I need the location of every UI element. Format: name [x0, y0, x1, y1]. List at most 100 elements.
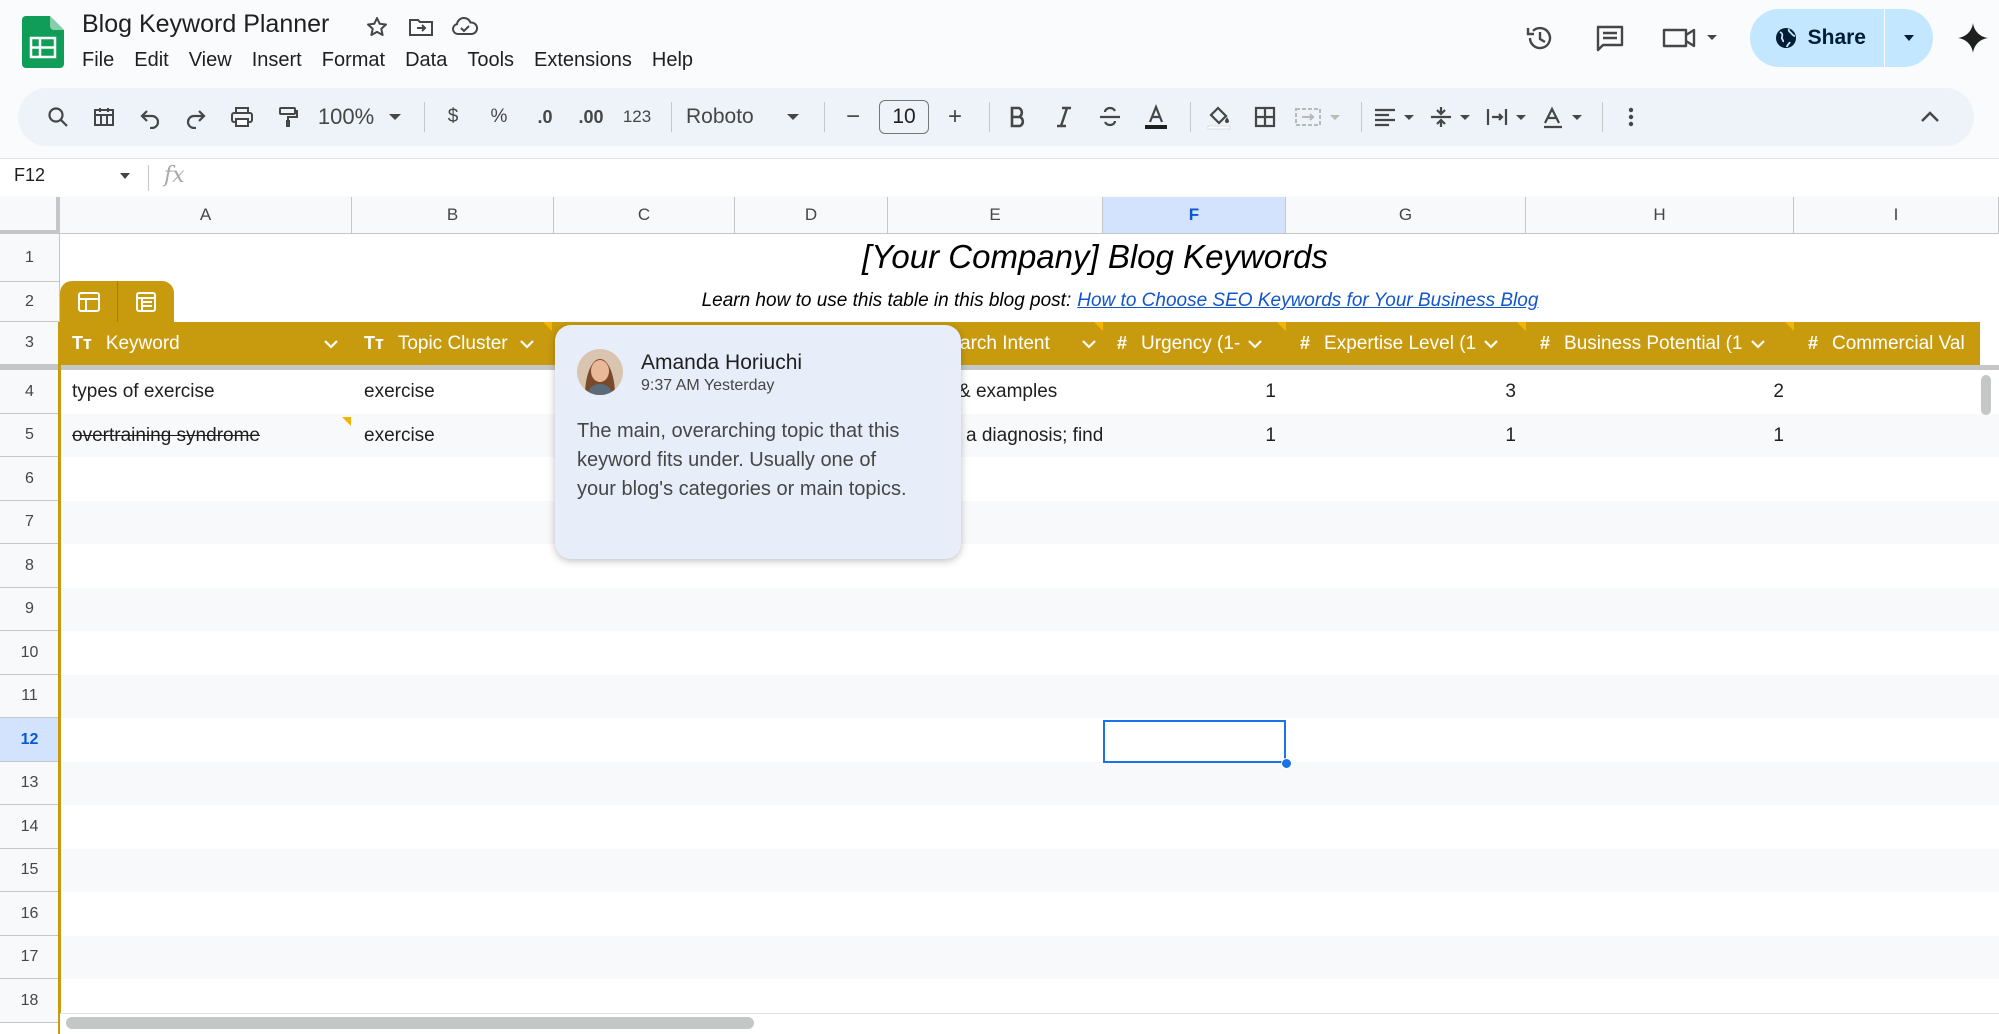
row-header-7[interactable]: 7 [0, 501, 60, 544]
column-header-c[interactable]: C [554, 197, 735, 234]
move-folder-icon[interactable] [406, 12, 436, 42]
column-header-b[interactable]: B [352, 197, 554, 234]
document-title[interactable]: Blog Keyword Planner [82, 10, 329, 39]
cloud-saved-icon[interactable] [450, 12, 480, 42]
sheet-subtitle-cell[interactable]: Learn how to use this table in this blog… [60, 282, 1980, 320]
row-header-12[interactable]: 12 [0, 718, 60, 762]
menu-insert[interactable]: Insert [242, 47, 312, 73]
header-commercial-value[interactable]: # Commercial Val [1808, 322, 1980, 365]
cell-urgency[interactable]: 1 [1103, 370, 1276, 414]
undo-icon[interactable] [130, 97, 170, 137]
cell-topic-cluster[interactable]: exercise [364, 414, 544, 457]
select-all-corner[interactable] [0, 197, 60, 234]
text-wrapping-icon[interactable] [1482, 97, 1532, 137]
row-header-18[interactable]: 18 [0, 979, 60, 1023]
row-header-16[interactable]: 16 [0, 892, 60, 936]
meet-icon[interactable] [1656, 14, 1728, 62]
row-header-3[interactable]: 3 [0, 322, 60, 365]
cell-search-intent[interactable]: a diagnosis; find [966, 414, 1102, 457]
chevron-down-icon[interactable] [116, 167, 134, 185]
column-header-h[interactable]: H [1526, 197, 1794, 234]
paint-format-icon[interactable] [268, 97, 308, 137]
zoom-select[interactable]: 100% [314, 97, 410, 137]
blog-post-link[interactable]: How to Choose SEO Keywords for Your Busi… [1077, 290, 1538, 312]
more-options-icon[interactable] [1611, 97, 1651, 137]
version-history-icon[interactable] [1516, 14, 1564, 62]
currency-format-button[interactable]: $ [433, 97, 473, 137]
decrease-font-size-button[interactable]: − [833, 97, 873, 137]
text-color-icon[interactable] [1136, 97, 1176, 137]
menu-file[interactable]: File [72, 47, 124, 73]
font-size-input[interactable]: 10 [879, 100, 929, 134]
row-header-4[interactable]: 4 [0, 370, 60, 414]
menu-extensions[interactable]: Extensions [524, 47, 642, 73]
column-header-e[interactable]: E [888, 197, 1103, 234]
row-header-11[interactable]: 11 [0, 675, 60, 718]
row-header-8[interactable]: 8 [0, 544, 60, 588]
percent-format-button[interactable]: % [479, 97, 519, 137]
bold-icon[interactable] [998, 97, 1038, 137]
decrease-decimal-button[interactable]: .0 [525, 97, 565, 137]
row-header-15[interactable]: 15 [0, 849, 60, 892]
merge-cells-icon[interactable] [1291, 97, 1347, 137]
row-header-6[interactable]: 6 [0, 457, 60, 501]
cell-business-potential[interactable]: 2 [1526, 370, 1784, 414]
vertical-align-icon[interactable] [1426, 97, 1476, 137]
comment-popup[interactable]: Amanda Horiuchi 9:37 AM Yesterday The ma… [555, 325, 961, 559]
calendar-table-icon[interactable] [84, 97, 124, 137]
menu-format[interactable]: Format [312, 47, 395, 73]
column-header-a[interactable]: A [60, 197, 352, 234]
column-header-f[interactable]: F [1103, 197, 1286, 234]
chevron-down-icon[interactable] [1749, 337, 1767, 351]
menu-view[interactable]: View [179, 47, 242, 73]
comment-indicator[interactable] [1277, 322, 1286, 331]
gemini-sparkle-icon[interactable] [1953, 18, 1993, 58]
cell-topic-cluster[interactable]: exercise [364, 370, 544, 414]
borders-icon[interactable] [1245, 97, 1285, 137]
text-rotation-icon[interactable] [1538, 97, 1588, 137]
comment-indicator[interactable] [1517, 322, 1526, 331]
comments-icon[interactable] [1586, 14, 1634, 62]
font-select[interactable]: Roboto [680, 97, 810, 137]
increase-decimal-button[interactable]: .00 [571, 97, 611, 137]
header-expertise[interactable]: # Expertise Level (1 [1300, 322, 1528, 365]
more-formats-button[interactable]: 123 [617, 97, 657, 137]
row-header-2[interactable]: 2 [0, 282, 60, 322]
cell-urgency[interactable]: 1 [1103, 414, 1276, 457]
chevron-down-icon[interactable] [518, 337, 536, 351]
chevron-down-icon[interactable] [1482, 337, 1500, 351]
strikethrough-icon[interactable] [1090, 97, 1130, 137]
comment-indicator[interactable] [342, 417, 351, 426]
spreadsheet-grid[interactable]: A B C D E F G H I 1 2 3 4 5 6 7 8 9 10 1… [0, 197, 1999, 1034]
chevron-down-icon[interactable] [322, 337, 340, 351]
cell-keyword[interactable]: overtraining syndrome [72, 414, 342, 457]
menu-edit[interactable]: Edit [124, 47, 178, 73]
horizontal-scrollbar-thumb[interactable] [66, 1017, 754, 1029]
row-header-13[interactable]: 13 [0, 762, 60, 805]
chevron-down-icon[interactable] [1080, 337, 1098, 351]
fill-color-icon[interactable] [1199, 97, 1239, 137]
print-icon[interactable] [222, 97, 262, 137]
menu-data[interactable]: Data [395, 47, 457, 73]
share-dropdown-button[interactable] [1885, 9, 1933, 67]
vertical-scrollbar-thumb[interactable] [1981, 375, 1991, 415]
horizontal-align-icon[interactable] [1370, 97, 1420, 137]
column-header-d[interactable]: D [735, 197, 888, 234]
selected-cell-f12[interactable] [1103, 720, 1286, 763]
redo-icon[interactable] [176, 97, 216, 137]
star-icon[interactable] [362, 12, 392, 42]
collapse-toolbar-icon[interactable] [1910, 97, 1950, 137]
comment-indicator[interactable] [543, 322, 552, 331]
column-header-g[interactable]: G [1286, 197, 1526, 234]
row-header-1[interactable]: 1 [0, 234, 60, 282]
cell-keyword[interactable]: types of exercise [72, 370, 342, 414]
cell-business-potential[interactable]: 1 [1526, 414, 1784, 457]
header-keyword[interactable]: Tт Keyword [72, 322, 352, 365]
comment-indicator[interactable] [1094, 322, 1103, 331]
header-topic-cluster[interactable]: Tт Topic Cluster [364, 322, 544, 365]
menu-tools[interactable]: Tools [457, 47, 524, 73]
comment-indicator[interactable] [1785, 322, 1794, 331]
search-menus-icon[interactable] [38, 97, 78, 137]
header-business-potential[interactable]: # Business Potential (1 [1540, 322, 1800, 365]
row-header-10[interactable]: 10 [0, 631, 60, 675]
